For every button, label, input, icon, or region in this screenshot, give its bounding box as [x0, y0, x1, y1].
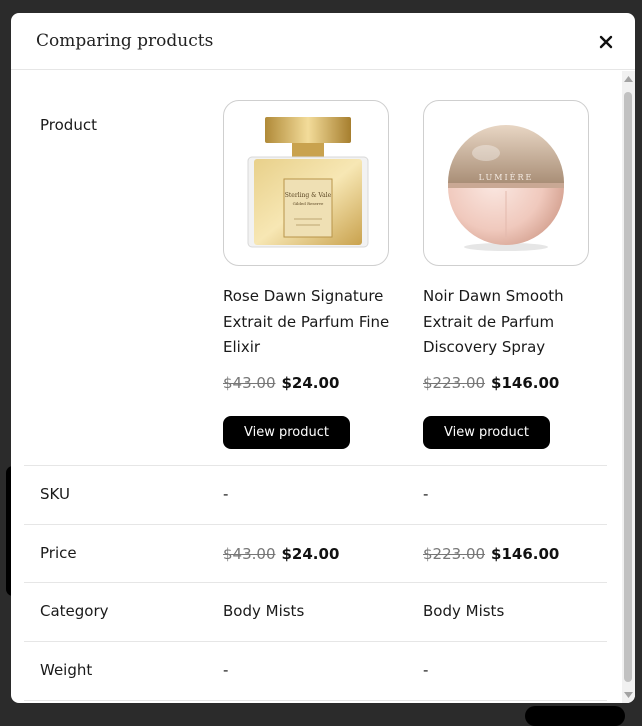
gold-perfume-bottle-icon: Sterling & Vale Gilded Reserve [247, 117, 369, 248]
modal-title: Comparing products [36, 31, 214, 51]
sale-price: $146.00 [491, 374, 560, 392]
svg-text:Sterling & Vale: Sterling & Vale [285, 192, 332, 199]
sku-value-2: - [423, 485, 429, 503]
row-divider [24, 524, 607, 525]
row-label-sku: SKU [40, 485, 70, 503]
row-label-category: Category [40, 602, 109, 620]
product-image-2[interactable]: LUMIÈRE [423, 100, 589, 266]
weight-value-1: - [223, 661, 229, 679]
product-price-1: $43.00 $24.00 [223, 373, 339, 392]
old-price: $43.00 [223, 374, 276, 392]
product-name-1[interactable]: Rose Dawn Signature Extrait de Parfum Fi… [223, 284, 395, 361]
row-label-weight: Weight [40, 661, 93, 679]
compare-modal: Comparing products Product Sterling & Va… [11, 13, 635, 703]
comparison-table: Product Sterling & Vale Gilded Reserve R… [11, 71, 621, 703]
pink-sphere-perfume-bottle-icon: LUMIÈRE [448, 125, 564, 251]
sale-price: $24.00 [281, 545, 340, 563]
price-cell-1: $43.00 $24.00 [223, 544, 339, 563]
weight-value-2: - [423, 661, 429, 679]
row-divider [24, 641, 607, 642]
row-label-price: Price [40, 544, 77, 562]
product-price-2: $223.00 $146.00 [423, 373, 559, 392]
product-image-1[interactable]: Sterling & Vale Gilded Reserve [223, 100, 389, 266]
scroll-up-arrow-icon[interactable] [622, 73, 635, 85]
scroll-down-arrow-icon[interactable] [622, 689, 635, 701]
modal-header: Comparing products [11, 13, 635, 70]
old-price: $223.00 [423, 374, 486, 392]
sale-price: $24.00 [281, 374, 340, 392]
category-value-2: Body Mists [423, 602, 505, 620]
price-cell-2: $223.00 $146.00 [423, 544, 559, 563]
close-button[interactable] [597, 33, 615, 51]
old-price: $223.00 [423, 545, 486, 563]
view-product-button-1[interactable]: View product [223, 416, 350, 449]
row-label-product: Product [40, 116, 97, 134]
scrollbar[interactable] [622, 71, 635, 703]
svg-text:Gilded Reserve: Gilded Reserve [293, 201, 324, 206]
scroll-thumb[interactable] [624, 92, 632, 682]
backdrop-button [525, 706, 625, 726]
row-divider [24, 465, 607, 466]
product-name-2[interactable]: Noir Dawn Smooth Extrait de Parfum Disco… [423, 284, 595, 361]
sale-price: $146.00 [491, 545, 560, 563]
close-icon [599, 35, 613, 49]
sku-value-1: - [223, 485, 229, 503]
svg-text:LUMIÈRE: LUMIÈRE [479, 173, 534, 182]
row-divider [24, 700, 607, 701]
view-product-button-2[interactable]: View product [423, 416, 550, 449]
old-price: $43.00 [223, 545, 276, 563]
category-value-1: Body Mists [223, 602, 305, 620]
row-divider [24, 582, 607, 583]
